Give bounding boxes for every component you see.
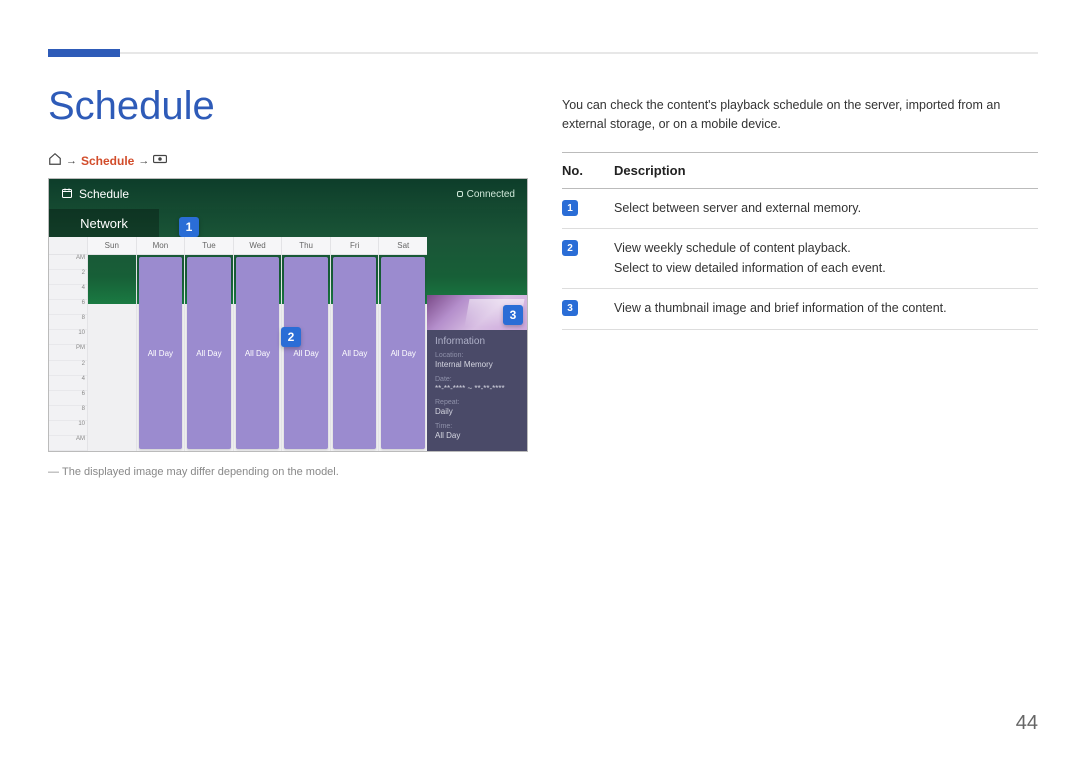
schedule-screenshot: Schedule Connected Network 1 AM 2 4 6 8 … [48,178,528,452]
breadcrumb-schedule: Schedule [81,154,134,168]
schedule-event: All Day [333,257,377,449]
row-desc: Select between server and external memor… [614,199,1038,218]
table-head-no: No. [562,163,614,178]
day-column: WedAll Day [233,237,282,451]
network-tab-label: Network [80,216,128,231]
callout-badge-1: 1 [179,217,199,237]
table-row: 2 View weekly schedule of content playba… [562,229,1038,289]
footnote: ―The displayed image may differ dependin… [48,466,339,478]
day-column: TueAll Day [184,237,233,451]
info-title: Information [435,336,519,347]
table-head: No. Description [562,152,1038,189]
network-tab: Network [49,209,159,237]
table-row: 3 View a thumbnail image and brief infor… [562,289,1038,329]
enter-icon [153,152,167,169]
schedule-event: All Day [236,257,280,449]
home-icon [48,152,62,169]
row-badge: 2 [562,240,578,256]
day-column: FriAll Day [330,237,379,451]
row-badge: 3 [562,300,578,316]
calendar-icon [61,187,73,202]
connected-label: Connected [467,189,515,200]
page-top-divider [48,52,1038,54]
row-badge: 1 [562,200,578,216]
breadcrumb: → Schedule → [48,152,167,169]
day-column: Sun [87,237,136,451]
schedule-event: All Day [381,257,425,449]
screenshot-title: Schedule [79,187,129,201]
day-column: SatAll Day [378,237,427,451]
info-body: Information Location:Internal Memory Dat… [427,330,527,451]
time-ticks: AM 2 4 6 8 10 PM 2 4 6 8 10 AM [49,255,87,451]
row-desc: View weekly schedule of content playback… [614,239,1038,278]
schedule-event: All Day [139,257,183,449]
page-number: 44 [1016,712,1038,735]
connected-status: Connected [457,189,515,200]
intro-text: You can check the content's playback sch… [562,96,1038,134]
callout-badge-2: 2 [281,327,301,347]
row-desc: View a thumbnail image and brief informa… [614,299,1038,318]
table-row: 1 Select between server and external mem… [562,189,1038,229]
description-table: No. Description 1 Select between server … [562,152,1038,330]
day-column: MonAll Day [136,237,185,451]
screenshot-header: Schedule Connected [49,179,527,209]
table-head-desc: Description [614,163,686,178]
time-column: AM 2 4 6 8 10 PM 2 4 6 8 10 AM [49,237,87,451]
arrow-right-icon: → [66,155,77,167]
connected-dot-icon [457,191,463,197]
callout-badge-3: 3 [503,305,523,325]
schedule-event: All Day [187,257,231,449]
schedule-event: All Day [284,257,328,449]
days-columns: Sun MonAll Day TueAll Day WedAll Day Thu… [87,237,427,451]
arrow-right-icon: → [138,155,149,167]
page-title: Schedule [48,84,215,129]
